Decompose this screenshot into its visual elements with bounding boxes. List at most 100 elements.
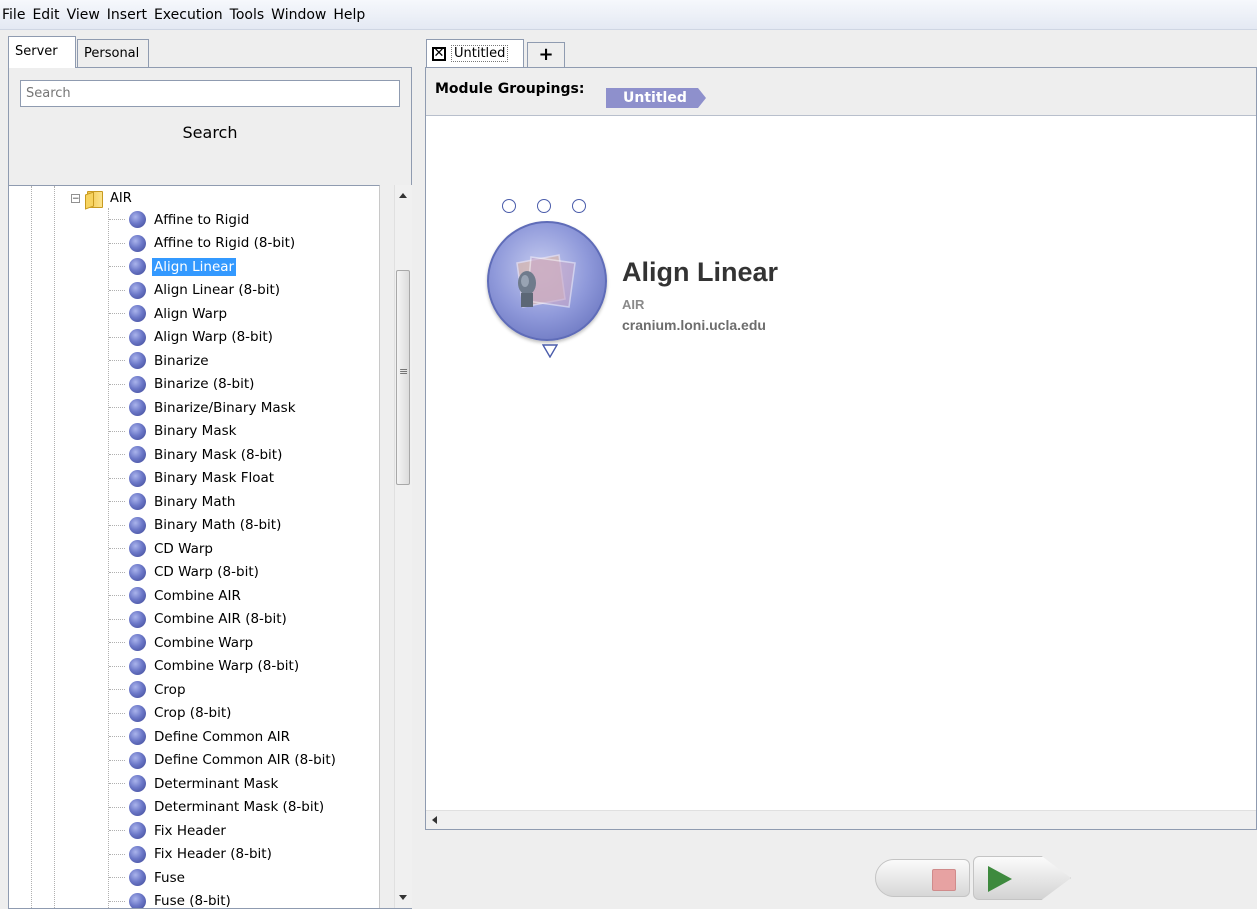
tab-personal[interactable]: Personal [77,39,149,67]
module-orb-icon [129,446,146,463]
add-tab-button[interactable]: + [527,42,565,67]
tree-item[interactable]: Binary Mask Float [109,467,276,490]
tree-item[interactable]: Combine AIR [109,584,243,607]
search-button[interactable]: Search [9,122,411,144]
tab-server[interactable]: Server [8,36,76,68]
workspace-panel: ✕ Untitled + Module Groupings: Untitled [418,36,1257,909]
tab-untitled[interactable]: ✕ Untitled [426,39,524,67]
module-orb-icon [129,469,146,487]
tree-item[interactable]: Align Warp [109,302,229,325]
execution-controls [425,842,1257,909]
module-orb-icon [129,234,146,252]
tree-item-label: Fix Header [154,822,226,839]
grouping-breadcrumb[interactable]: Untitled [606,88,706,108]
menu-edit[interactable]: Edit [30,0,64,30]
input-port-icon[interactable] [537,199,551,213]
tree-folder-air[interactable]: − AIR [71,188,132,208]
tree-item-label: Binarize (8-bit) [154,376,255,392]
workflow-canvas[interactable]: Align Linear AIR cranium.loni.ucla.edu [426,116,1256,812]
module-orb-icon [129,634,146,651]
menu-insert[interactable]: Insert [105,0,152,30]
tree-item[interactable]: Fuse [109,866,187,889]
tree-item[interactable]: Combine Warp (8-bit) [109,655,301,678]
canvas-scrollbar[interactable] [426,810,1256,829]
module-orb-icon [129,798,146,816]
tree-item[interactable]: Affine to Rigid (8-bit) [109,232,297,255]
module-orb-icon [129,657,146,675]
tree-item-label: Binary Mask Float [154,470,275,486]
menu-tools[interactable]: Tools [228,0,270,30]
module-groupings-bar: Module Groupings: Untitled [426,68,1256,116]
tree-item[interactable]: Define Common AIR (8-bit) [109,749,338,772]
tree-item[interactable]: Align Warp (8-bit) [109,326,275,349]
tree-item[interactable]: Align Linear (8-bit) [109,279,282,302]
scroll-down-icon[interactable] [399,895,407,900]
tree-item[interactable]: Crop [109,678,188,701]
tree-item[interactable]: Define Common AIR [109,725,292,748]
tree-item[interactable]: CD Warp (8-bit) [109,561,261,584]
tree-item[interactable]: Binary Math (8-bit) [109,514,283,537]
run-button[interactable] [973,856,1071,900]
tree-item-label: Combine Warp [154,634,254,651]
tree-connector [109,830,125,831]
tree-item[interactable]: Determinant Mask [109,772,280,795]
tree-item[interactable]: Fix Header (8-bit) [109,843,274,866]
tree-item[interactable]: Fix Header [109,819,228,842]
collapse-icon[interactable]: − [71,193,80,203]
menu-execution[interactable]: Execution [152,0,228,30]
tree-item[interactable]: Binarize [109,349,211,372]
tree-item[interactable]: Crop (8-bit) [109,702,233,725]
module-orb-icon [129,375,146,393]
tree-item-label: Affine to Rigid (8-bit) [154,235,296,251]
module-orb-icon [129,681,146,698]
tree-item[interactable]: Binary Mask [109,420,238,443]
tree-item-label: Crop [154,681,186,698]
scroll-up-icon[interactable] [399,193,407,198]
close-tab-icon[interactable]: ✕ [432,46,446,61]
folder-label: AIR [110,190,132,206]
module-orb-icon [129,845,146,863]
tree-item[interactable]: Determinant Mask (8-bit) [109,796,326,819]
tree-item-label: Define Common AIR (8-bit) [154,752,336,768]
tree-item-label: Binary Math [154,493,236,510]
output-port-icon[interactable] [542,344,558,358]
scroll-left-icon[interactable] [432,816,437,824]
tree-item[interactable]: Fuse (8-bit) [109,890,233,908]
tree-connector [109,665,125,667]
module-node[interactable] [487,221,607,341]
menu-window[interactable]: Window [269,0,331,30]
tree-item[interactable]: Combine Warp [109,631,255,654]
input-port-icon[interactable] [572,199,586,213]
tree-connector [109,548,125,549]
tree-connector [109,430,125,432]
menu-file[interactable]: File [2,0,30,30]
module-orb-icon [129,822,146,839]
search-input[interactable] [20,80,400,107]
tree-item[interactable]: Binary Mask (8-bit) [109,443,284,466]
tree-item-label: Binarize/Binary Mask [154,399,296,416]
tree-item[interactable]: CD Warp [109,537,215,560]
tree-connector [109,900,125,902]
module-orb-icon [129,352,146,369]
tree-item[interactable]: Binarize (8-bit) [109,373,256,396]
tree-item[interactable]: Affine to Rigid [109,208,251,231]
tree-connector [109,477,125,479]
tree-item-label: Binarize [154,352,209,369]
stop-icon [932,869,956,891]
tree-connector [109,313,125,314]
menu-help[interactable]: Help [331,0,370,30]
tree-connector [109,571,125,573]
stop-button[interactable] [875,859,970,897]
input-port-icon[interactable] [502,199,516,213]
tree-connector [109,360,125,361]
scroll-thumb[interactable] [396,270,410,485]
tree-item[interactable]: Combine AIR (8-bit) [109,608,289,631]
tree-item-label: Binary Mask (8-bit) [154,446,283,463]
tree-item[interactable]: Binarize/Binary Mask [109,396,298,419]
tree-item-label: Fuse (8-bit) [154,893,231,908]
module-tree: − AIR Affine to Rigid Affine to Rigid (8-… [9,185,380,908]
tree-scrollbar[interactable] [394,185,412,908]
menu-view[interactable]: View [65,0,105,30]
tree-item[interactable]: Align Linear [109,255,237,278]
tree-item[interactable]: Binary Math [109,490,237,513]
